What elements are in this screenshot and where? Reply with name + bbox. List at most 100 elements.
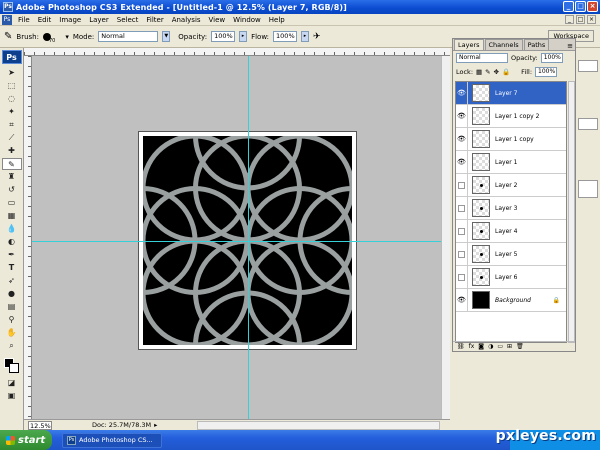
menu-view[interactable]: View xyxy=(205,16,230,24)
tab-channels[interactable]: Channels xyxy=(484,39,523,50)
shape-icon[interactable]: ● xyxy=(2,288,22,300)
horizontal-ruler[interactable] xyxy=(24,48,450,56)
hand-icon[interactable]: ✋ xyxy=(2,327,22,339)
eyedropper-icon[interactable]: ⚲ xyxy=(2,314,22,326)
lock-all-icon[interactable]: 🔒 xyxy=(502,68,510,76)
screen-mode-icon[interactable]: ▣ xyxy=(2,390,22,402)
flow-field[interactable]: 100% xyxy=(273,31,298,42)
tab-paths[interactable]: Paths xyxy=(523,39,550,50)
eye-icon[interactable]: 👁 xyxy=(456,128,468,150)
canvas-workspace[interactable] xyxy=(24,48,450,419)
layer-row[interactable]: Layer 3 xyxy=(456,197,566,220)
airbrush-icon[interactable]: ✈ xyxy=(313,32,321,42)
layer-row[interactable]: Layer 2 xyxy=(456,174,566,197)
minimize-button[interactable]: _ xyxy=(563,1,574,12)
history-brush-icon[interactable]: ↺ xyxy=(2,184,22,196)
move-icon[interactable]: ➤ xyxy=(2,67,22,79)
menu-help[interactable]: Help xyxy=(265,16,289,24)
doc-minimize-button[interactable]: _ xyxy=(565,15,574,24)
layer-mask-icon[interactable]: ◙ xyxy=(478,343,484,350)
flow-slider-icon[interactable]: ▸ xyxy=(301,31,310,42)
menu-edit[interactable]: Edit xyxy=(34,16,56,24)
visibility-toggle[interactable] xyxy=(456,220,468,242)
dodge-icon[interactable]: ◐ xyxy=(2,236,22,248)
mode-dropdown-icon[interactable]: ▼ xyxy=(162,31,171,42)
vertical-ruler[interactable] xyxy=(24,56,32,419)
visibility-toggle[interactable] xyxy=(456,174,468,196)
vertical-guide[interactable] xyxy=(248,56,249,419)
close-button[interactable]: × xyxy=(587,1,598,12)
visibility-toggle[interactable] xyxy=(456,243,468,265)
menu-window[interactable]: Window xyxy=(229,16,265,24)
start-button[interactable]: start xyxy=(0,430,52,450)
horizontal-guide[interactable] xyxy=(32,241,450,242)
background-color-swatch[interactable] xyxy=(8,363,19,373)
layer-row[interactable]: 👁 Background 🔒 xyxy=(456,289,566,312)
eye-icon[interactable]: 👁 xyxy=(456,82,468,104)
new-layer-icon[interactable]: ⊞ xyxy=(507,343,512,350)
layers-scrollbar[interactable] xyxy=(568,81,575,343)
collapsed-panel[interactable] xyxy=(578,118,598,130)
layer-row[interactable]: Layer 4 xyxy=(456,220,566,243)
pen-icon[interactable]: ✒ xyxy=(2,249,22,261)
layer-style-icon[interactable]: fx xyxy=(469,343,475,350)
eye-icon[interactable]: 👁 xyxy=(456,289,468,311)
path-select-icon[interactable]: ➶ xyxy=(2,275,22,287)
notes-icon[interactable]: ▤ xyxy=(2,301,22,313)
lock-pixels-icon[interactable]: ✎ xyxy=(485,68,490,76)
eye-icon[interactable]: 👁 xyxy=(456,105,468,127)
panel-menu-icon[interactable]: ≡ xyxy=(567,42,573,50)
layer-row[interactable]: 👁 Layer 1 copy xyxy=(456,128,566,151)
layer-opacity-field[interactable]: 100% xyxy=(540,53,563,63)
vertical-scrollbar[interactable] xyxy=(441,56,450,419)
crop-icon[interactable]: ⌗ xyxy=(2,119,22,131)
collapsed-panel[interactable] xyxy=(578,180,598,198)
doc-restore-button[interactable]: □ xyxy=(576,15,585,24)
quick-mask-icon[interactable]: ◪ xyxy=(2,377,22,389)
collapsed-panel[interactable] xyxy=(578,60,598,72)
opacity-slider-icon[interactable]: ▸ xyxy=(239,31,248,42)
delete-layer-icon[interactable]: 🗑 xyxy=(516,343,524,350)
menu-filter[interactable]: Filter xyxy=(142,16,167,24)
doc-close-button[interactable]: × xyxy=(587,15,596,24)
taskbar-item-photoshop[interactable]: Ps Adobe Photoshop CS... xyxy=(62,432,162,448)
mode-select[interactable]: Normal xyxy=(98,31,159,42)
slice-icon[interactable]: ⟋ xyxy=(2,132,22,144)
new-group-icon[interactable]: ▭ xyxy=(497,343,503,350)
stamp-icon[interactable]: ♜ xyxy=(2,171,22,183)
brush-dropdown-icon[interactable]: ▾ xyxy=(65,33,69,41)
menu-select[interactable]: Select xyxy=(113,16,143,24)
maximize-button[interactable]: □ xyxy=(575,1,586,12)
marquee-icon[interactable]: ⬚ xyxy=(2,80,22,92)
color-swatches[interactable] xyxy=(2,356,22,376)
fill-field[interactable]: 100% xyxy=(535,67,558,77)
eye-icon[interactable]: 👁 xyxy=(456,151,468,173)
brush-tool-preset-icon[interactable]: ✎ xyxy=(4,31,12,42)
brush-icon[interactable]: ✎ xyxy=(1,158,22,170)
adjustment-layer-icon[interactable]: ◑ xyxy=(488,343,493,350)
layer-row[interactable]: 👁 Layer 1 copy 2 xyxy=(456,105,566,128)
blur-icon[interactable]: 💧 xyxy=(2,223,22,235)
status-arrow-icon[interactable]: ▸ xyxy=(154,421,157,429)
layer-row[interactable]: Layer 5 xyxy=(456,243,566,266)
horizontal-scrollbar[interactable] xyxy=(197,420,440,430)
type-icon[interactable]: T xyxy=(2,262,22,274)
document-size-info[interactable]: Doc: 25.7M/78.3M xyxy=(92,421,151,429)
link-layers-icon[interactable]: ⛓ xyxy=(457,343,465,350)
eraser-icon[interactable]: ▭ xyxy=(2,197,22,209)
healing-icon[interactable]: ✚ xyxy=(2,145,22,157)
magic-wand-icon[interactable]: ✦ xyxy=(2,106,22,118)
opacity-field[interactable]: 100% xyxy=(211,31,236,42)
menu-file[interactable]: File xyxy=(14,16,34,24)
menu-image[interactable]: Image xyxy=(55,16,85,24)
visibility-toggle[interactable] xyxy=(456,197,468,219)
menu-analysis[interactable]: Analysis xyxy=(168,16,205,24)
zoom-icon[interactable]: ⌕ xyxy=(2,340,22,352)
lock-transparency-icon[interactable]: ▦ xyxy=(476,68,482,76)
menu-layer[interactable]: Layer xyxy=(85,16,113,24)
layer-row[interactable]: 👁 Layer 7 xyxy=(456,82,566,105)
tab-layers[interactable]: Layers xyxy=(454,39,484,50)
layer-row[interactable]: Layer 6 xyxy=(456,266,566,289)
gradient-icon[interactable]: ▦ xyxy=(2,210,22,222)
visibility-toggle[interactable] xyxy=(456,266,468,288)
